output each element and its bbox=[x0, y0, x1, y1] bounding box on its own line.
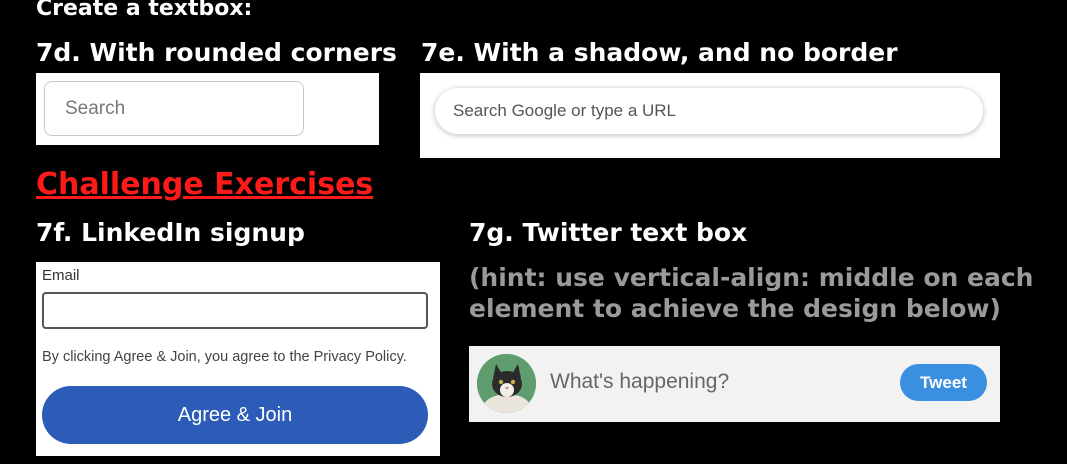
linkedin-signup-panel: Email By clicking Agree & Join, you agre… bbox=[36, 262, 440, 456]
heading-rounded-corners: 7d. With rounded corners bbox=[36, 38, 397, 67]
shadow-search-input[interactable]: Search Google or type a URL bbox=[435, 88, 983, 134]
email-field[interactable] bbox=[42, 292, 428, 329]
rounded-search-input[interactable]: Search bbox=[44, 81, 304, 136]
hint-line-2: element to achieve the design below) bbox=[469, 294, 1001, 323]
page-title: Create a textbox: bbox=[36, 0, 253, 21]
privacy-policy-text: By clicking Agree & Join, you agree to t… bbox=[42, 349, 407, 365]
hint-line-1: (hint: use vertical-align: middle on eac… bbox=[469, 263, 1034, 292]
twitter-textbox-panel: What's happening? Tweet bbox=[469, 346, 1000, 422]
heading-shadow-no-border: 7e. With a shadow, and no border bbox=[421, 38, 898, 67]
email-label: Email bbox=[42, 267, 80, 284]
tweet-input[interactable]: What's happening? bbox=[550, 370, 729, 394]
agree-join-button[interactable]: Agree & Join bbox=[42, 386, 428, 444]
rounded-textbox-panel: Search bbox=[36, 73, 379, 145]
heading-linkedin-signup: 7f. LinkedIn signup bbox=[36, 218, 305, 247]
tweet-button[interactable]: Tweet bbox=[900, 364, 987, 401]
cat-avatar-icon bbox=[477, 354, 536, 413]
shadow-textbox-panel: Search Google or type a URL bbox=[420, 73, 1000, 158]
heading-twitter-text-box: 7g. Twitter text box bbox=[469, 218, 748, 247]
challenge-heading: Challenge Exercises bbox=[36, 167, 374, 202]
hint-text: (hint: use vertical-align: middle on eac… bbox=[469, 262, 1033, 324]
